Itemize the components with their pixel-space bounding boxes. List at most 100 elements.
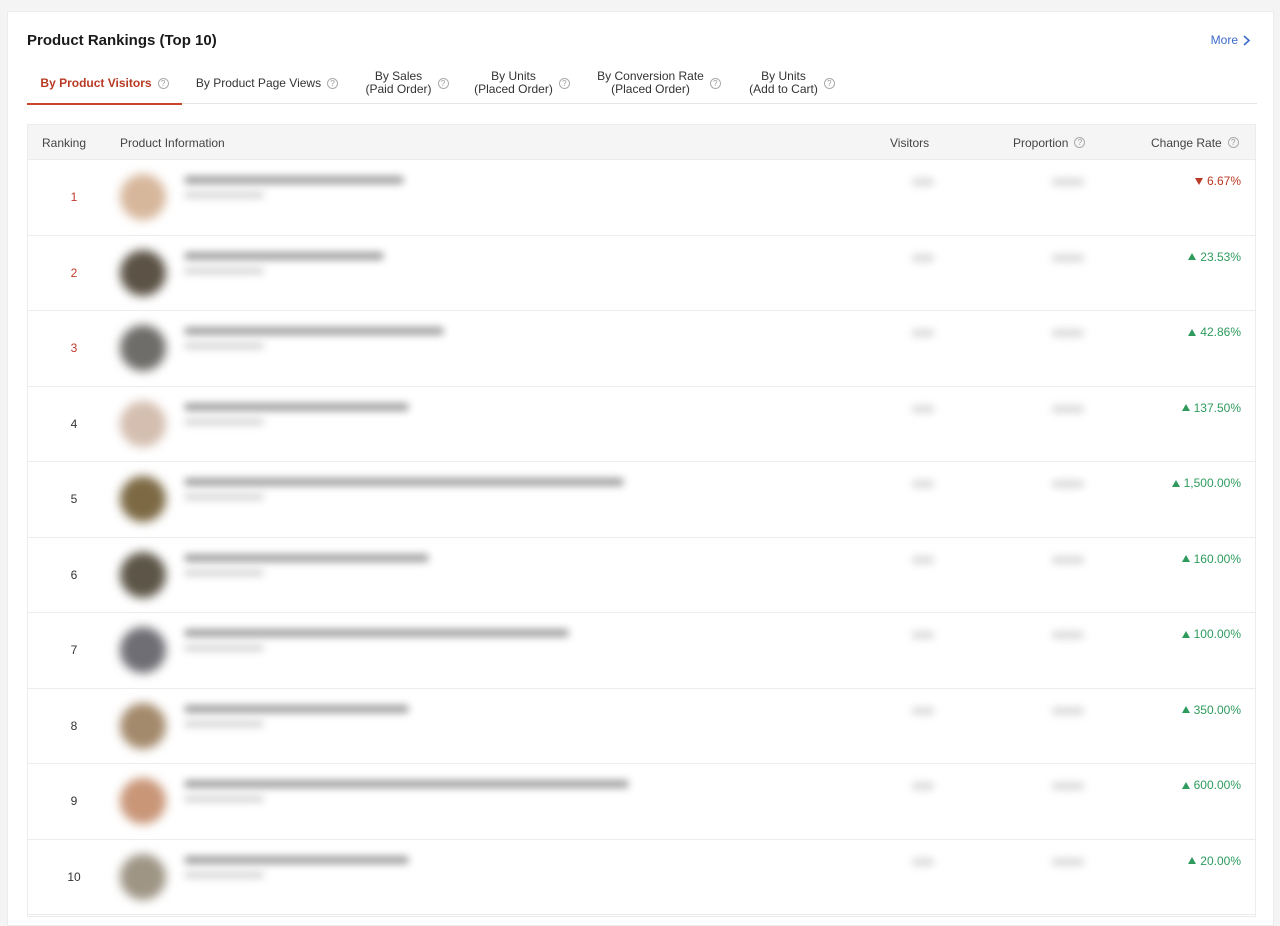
table-row[interactable]: 10 20.00% bbox=[28, 839, 1255, 915]
proportion-value-blurred bbox=[1052, 782, 1084, 790]
visitors-value-blurred bbox=[912, 329, 934, 337]
product-info[interactable] bbox=[102, 537, 1137, 612]
table-row[interactable]: 6 160.00% bbox=[28, 537, 1255, 613]
visitors-value-blurred bbox=[912, 782, 934, 790]
arrow-up-icon bbox=[1188, 857, 1197, 864]
product-thumbnail[interactable] bbox=[120, 551, 166, 598]
product-name-blurred[interactable] bbox=[184, 629, 569, 637]
product-thumbnail[interactable] bbox=[120, 400, 166, 447]
product-name-blurred[interactable] bbox=[184, 780, 629, 788]
product-name-blurred[interactable] bbox=[184, 855, 409, 864]
change-rate: 23.53% bbox=[1188, 250, 1241, 264]
tab-label: By Product Page Views bbox=[195, 75, 322, 90]
help-icon[interactable]: ? bbox=[823, 77, 835, 89]
chevron-right-icon bbox=[1243, 34, 1251, 46]
table-row[interactable]: 2 23.53% bbox=[28, 235, 1255, 311]
proportion-value-blurred bbox=[1052, 253, 1084, 262]
table-row[interactable]: 3 42.86% bbox=[28, 311, 1255, 387]
tab-label: By Units (Placed Order) bbox=[474, 69, 553, 96]
product-thumbnail[interactable] bbox=[120, 702, 166, 749]
table-row[interactable]: 7 100.00% bbox=[28, 613, 1255, 689]
change-rate-value: 600.00% bbox=[1193, 778, 1241, 792]
change-rate-value: 1,500.00% bbox=[1183, 476, 1241, 490]
proportion-value-blurred bbox=[1052, 480, 1084, 488]
product-info[interactable] bbox=[102, 311, 1137, 385]
proportion-value-blurred bbox=[1052, 555, 1084, 564]
product-thumbnail[interactable] bbox=[120, 853, 166, 900]
visitors-value-blurred bbox=[912, 404, 934, 413]
tab-conversion-rate[interactable]: By Conversion Rate (Placed Order) ? bbox=[589, 62, 729, 104]
ranking-tabs: By Product Visitors ? By Product Page Vi… bbox=[27, 62, 1257, 105]
help-icon[interactable]: ? bbox=[1227, 137, 1239, 148]
help-icon[interactable]: ? bbox=[157, 77, 169, 89]
product-info[interactable] bbox=[102, 160, 1137, 234]
arrow-up-icon bbox=[1171, 479, 1180, 487]
tab-product-page-views[interactable]: By Product Page Views ? bbox=[187, 62, 347, 104]
product-name-blurred[interactable] bbox=[184, 553, 429, 562]
visitors-value-blurred bbox=[912, 631, 934, 639]
arrow-up-icon bbox=[1181, 630, 1190, 638]
product-info[interactable] bbox=[102, 764, 1137, 838]
change-rate: 100.00% bbox=[1181, 627, 1241, 641]
change-rate-value: 350.00% bbox=[1193, 702, 1241, 717]
help-icon[interactable]: ? bbox=[558, 77, 570, 89]
col-proportion[interactable]: Proportion ? bbox=[1013, 125, 1086, 160]
tab-sales-paid-order[interactable]: By Sales (Paid Order) ? bbox=[357, 62, 457, 104]
product-name-blurred[interactable] bbox=[184, 402, 409, 411]
change-rate: 160.00% bbox=[1181, 552, 1241, 566]
product-id-blurred bbox=[184, 192, 264, 198]
product-id-blurred bbox=[184, 343, 264, 349]
product-id-blurred bbox=[184, 645, 264, 651]
col-change-rate[interactable]: Change Rate ? bbox=[1151, 125, 1239, 160]
table-row[interactable]: 8 350.00% bbox=[28, 688, 1255, 764]
change-rate-value: 137.50% bbox=[1193, 400, 1241, 415]
product-info[interactable] bbox=[102, 839, 1137, 914]
visitors-value-blurred bbox=[912, 178, 934, 186]
col-proportion-label: Proportion bbox=[1013, 135, 1069, 150]
tab-label: By Conversion Rate (Placed Order) bbox=[597, 69, 704, 96]
col-visitors[interactable]: Visitors bbox=[890, 125, 929, 160]
product-thumbnail[interactable] bbox=[120, 249, 166, 296]
table-row[interactable]: 9 600.00% bbox=[28, 764, 1255, 840]
product-name-blurred[interactable] bbox=[184, 251, 384, 260]
table-row[interactable]: 5 1,500.00% bbox=[28, 462, 1255, 538]
product-info[interactable] bbox=[102, 613, 1137, 687]
help-icon[interactable]: ? bbox=[437, 77, 449, 89]
more-link[interactable]: More bbox=[1211, 33, 1251, 47]
help-icon[interactable]: ? bbox=[327, 77, 339, 89]
tab-product-visitors[interactable]: By Product Visitors ? bbox=[27, 62, 182, 105]
visitors-value-blurred bbox=[912, 480, 934, 488]
tab-units-placed-order[interactable]: By Units (Placed Order) ? bbox=[467, 62, 577, 104]
proportion-value-blurred bbox=[1052, 178, 1084, 186]
help-icon[interactable]: ? bbox=[709, 77, 721, 89]
product-info[interactable] bbox=[102, 688, 1137, 763]
card-title: Product Rankings (Top 10) bbox=[27, 32, 217, 49]
more-label: More bbox=[1210, 33, 1238, 47]
help-icon[interactable]: ? bbox=[1074, 137, 1086, 148]
product-name-blurred[interactable] bbox=[184, 704, 409, 713]
product-id-blurred bbox=[184, 418, 264, 425]
change-rate-value: 100.00% bbox=[1193, 627, 1241, 641]
change-rate: 137.50% bbox=[1181, 400, 1241, 415]
product-thumbnail[interactable] bbox=[120, 778, 166, 824]
product-name-blurred[interactable] bbox=[184, 176, 404, 184]
proportion-value-blurred bbox=[1052, 706, 1084, 715]
product-thumbnail[interactable] bbox=[120, 325, 166, 371]
product-info[interactable] bbox=[102, 235, 1137, 310]
product-name-blurred[interactable] bbox=[184, 478, 624, 486]
product-thumbnail[interactable] bbox=[120, 174, 166, 220]
product-thumbnail[interactable] bbox=[120, 627, 166, 673]
change-rate-value: 20.00% bbox=[1200, 853, 1241, 868]
change-rate-value: 42.86% bbox=[1200, 325, 1241, 339]
product-info[interactable] bbox=[102, 462, 1137, 536]
table-row[interactable]: 1 6.67% bbox=[28, 160, 1255, 236]
product-thumbnail[interactable] bbox=[120, 476, 166, 522]
tab-units-add-to-cart[interactable]: By Units (Add to Cart) ? bbox=[739, 62, 845, 104]
visitors-value-blurred bbox=[912, 857, 934, 866]
change-rate-value: 23.53% bbox=[1200, 249, 1241, 264]
table-row[interactable]: 4 137.50% bbox=[28, 386, 1255, 462]
proportion-value-blurred bbox=[1052, 329, 1084, 337]
product-name-blurred[interactable] bbox=[184, 327, 444, 335]
product-info[interactable] bbox=[102, 386, 1137, 461]
product-id-blurred bbox=[184, 569, 264, 576]
